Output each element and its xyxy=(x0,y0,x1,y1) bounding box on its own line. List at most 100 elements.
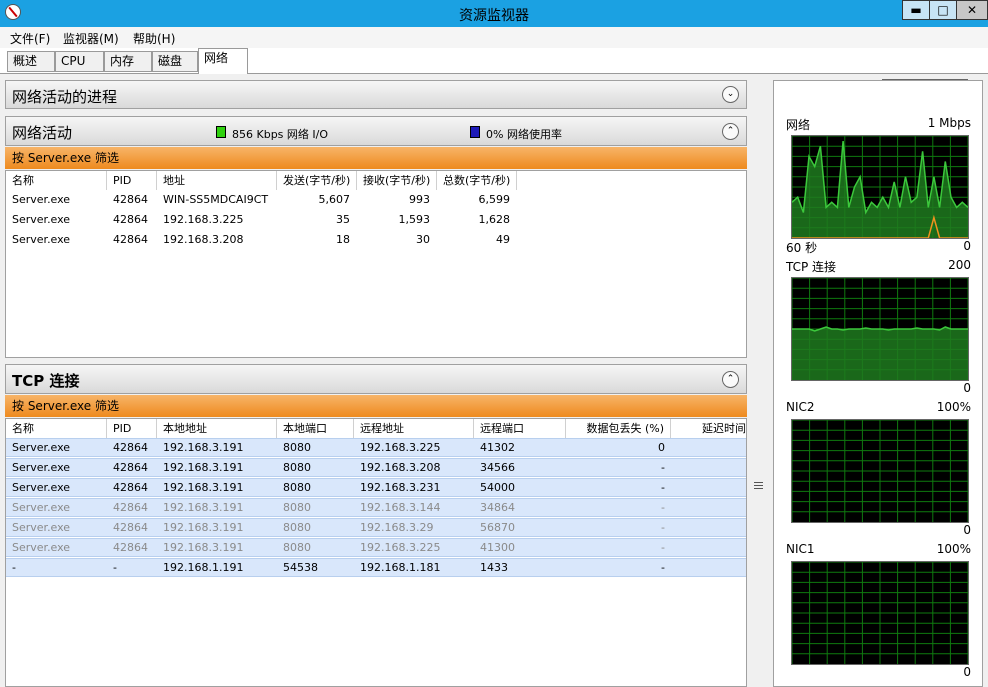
tab-network[interactable]: 网络 xyxy=(198,48,248,74)
section-title: TCP 连接 xyxy=(12,372,80,390)
table-cell: Server.exe xyxy=(12,521,71,534)
graph-max: 100% xyxy=(936,400,971,414)
table-cell: - xyxy=(661,561,665,574)
table-cell: 42864 xyxy=(113,541,148,554)
table-cell: 42864 xyxy=(113,461,148,474)
pane-splitter[interactable] xyxy=(750,74,768,687)
table-cell: 42864 xyxy=(113,521,148,534)
column-header[interactable]: PID xyxy=(107,171,157,190)
table-cell: 8080 xyxy=(283,501,311,514)
column-header[interactable]: PID xyxy=(107,419,157,438)
chevron-up-icon[interactable]: ⌃ xyxy=(722,371,739,388)
table-cell: - xyxy=(113,561,117,574)
table-cell: 8080 xyxy=(283,541,311,554)
minimize-button[interactable]: ▬ xyxy=(902,0,930,20)
table-cell: 42864 xyxy=(113,213,148,226)
table-cell: 192.168.3.208 xyxy=(360,461,441,474)
table-cell: 192.168.1.191 xyxy=(163,561,244,574)
table-cell: 42864 xyxy=(113,193,148,206)
table-cell: Server.exe xyxy=(12,233,71,246)
tcp-connections-table: 名称 PID 本地地址 本地端口 远程地址 远程端口 数据包丢失 (%) 延迟时… xyxy=(5,418,747,687)
tab-cpu[interactable]: CPU xyxy=(55,51,104,72)
tab-overview[interactable]: 概述 xyxy=(7,51,55,72)
table-cell: 192.168.3.231 xyxy=(360,481,441,494)
table-cell: 54538 xyxy=(283,561,318,574)
network-usage-label: 0% 网络使用率 xyxy=(486,128,562,141)
table-cell: 8080 xyxy=(283,461,311,474)
column-header[interactable]: 总数(字节/秒) xyxy=(437,171,517,190)
table-cell: 192.168.3.29 xyxy=(360,521,434,534)
tcp-filter-bar: 按 Server.exe 筛选 xyxy=(5,395,747,417)
column-header[interactable]: 本地地址 xyxy=(157,419,277,438)
close-button[interactable]: ✕ xyxy=(956,0,988,20)
network-filter-bar: 按 Server.exe 筛选 xyxy=(5,147,747,169)
graph-label: 网络 xyxy=(786,118,811,132)
chevron-up-icon[interactable]: ⌃ xyxy=(722,123,739,140)
table-cell: - xyxy=(12,561,16,574)
table-cell: Server.exe xyxy=(12,481,71,494)
table-cell: 192.168.3.144 xyxy=(360,501,441,514)
network-graph xyxy=(791,135,969,239)
chevron-down-icon[interactable]: ⌄ xyxy=(722,86,739,103)
column-header[interactable]: 本地端口 xyxy=(277,419,354,438)
table-cell: 5,607 xyxy=(318,193,351,206)
table-cell: - xyxy=(661,521,665,534)
table-cell: - xyxy=(661,481,665,494)
maximize-button[interactable]: □ xyxy=(929,0,957,20)
column-header[interactable]: 接收(字节/秒) xyxy=(357,171,437,190)
table-cell: Server.exe xyxy=(12,461,71,474)
right-pane: › 视图 ▼ 网络 1 Mbps 60 秒 0 TCP 连接 200 0 NIC… xyxy=(768,74,988,687)
table-cell: 192.168.3.191 xyxy=(163,481,244,494)
table-cell: 56870 xyxy=(480,521,515,534)
table-cell: 192.168.3.191 xyxy=(163,441,244,454)
table-cell: WIN-SS5MDCAI9CT xyxy=(163,193,269,206)
menu-help[interactable]: 帮助(H) xyxy=(133,30,175,47)
table-cell: - xyxy=(661,541,665,554)
graph-max: 100% xyxy=(936,542,971,556)
column-header[interactable]: 数据包丢失 (%) xyxy=(566,419,671,438)
tab-memory[interactable]: 内存 xyxy=(104,51,152,72)
column-header[interactable]: 名称 xyxy=(6,419,107,438)
tcp-section-header[interactable]: TCP 连接 ⌃ xyxy=(5,364,747,394)
network-usage-legend-swatch xyxy=(470,126,480,138)
tab-disk[interactable]: 磁盘 xyxy=(152,51,198,72)
table-cell: Server.exe xyxy=(12,541,71,554)
graph-max: 1 Mbps xyxy=(927,116,971,130)
column-header[interactable]: 发送(字节/秒) xyxy=(277,171,357,190)
table-cell: 49 xyxy=(496,233,510,246)
table-cell: 42864 xyxy=(113,233,148,246)
column-header[interactable]: 远程地址 xyxy=(354,419,474,438)
table-cell: 34864 xyxy=(480,501,515,514)
graph-min: 0 xyxy=(963,239,971,253)
table-cell: 42864 xyxy=(113,501,148,514)
column-header[interactable]: 名称 xyxy=(6,171,107,190)
table-cell: 192.168.3.225 xyxy=(163,213,244,226)
table-cell: - xyxy=(661,461,665,474)
table-cell: 30 xyxy=(416,233,430,246)
graph-max: 200 xyxy=(948,258,971,272)
table-cell: 0 xyxy=(658,441,665,454)
graph-label: NIC1 xyxy=(786,542,815,556)
nic2-graph xyxy=(791,419,969,523)
network-io-label: 856 Kbps 网络 I/O xyxy=(232,128,329,141)
table-cell: Server.exe xyxy=(12,501,71,514)
menu-monitor[interactable]: 监视器(M) xyxy=(63,30,119,47)
column-header[interactable]: 延迟时间 xyxy=(671,419,748,438)
network-activity-section-header[interactable]: 网络活动 856 Kbps 网络 I/O 0% 网络使用率 ⌃ xyxy=(5,116,747,146)
column-header[interactable]: 地址 xyxy=(157,171,277,190)
network-io-legend-swatch xyxy=(216,126,226,138)
column-header[interactable]: 远程端口 xyxy=(474,419,566,438)
window-title: 资源监视器 xyxy=(459,8,529,24)
menu-file[interactable]: 文件(F) xyxy=(10,30,50,47)
table-cell: 41300 xyxy=(480,541,515,554)
table-cell: 42864 xyxy=(113,481,148,494)
table-cell: 8080 xyxy=(283,481,311,494)
tcp-graph xyxy=(791,277,969,381)
processes-section-header[interactable]: 网络活动的进程 ⌄ xyxy=(5,80,747,109)
table-cell: 192.168.3.191 xyxy=(163,501,244,514)
section-title: 网络活动的进程 xyxy=(12,88,118,106)
table-cell: 18 xyxy=(336,233,350,246)
table-cell: 192.168.1.181 xyxy=(360,561,441,574)
table-cell: 34566 xyxy=(480,461,515,474)
graph-min: 0 xyxy=(963,665,971,679)
